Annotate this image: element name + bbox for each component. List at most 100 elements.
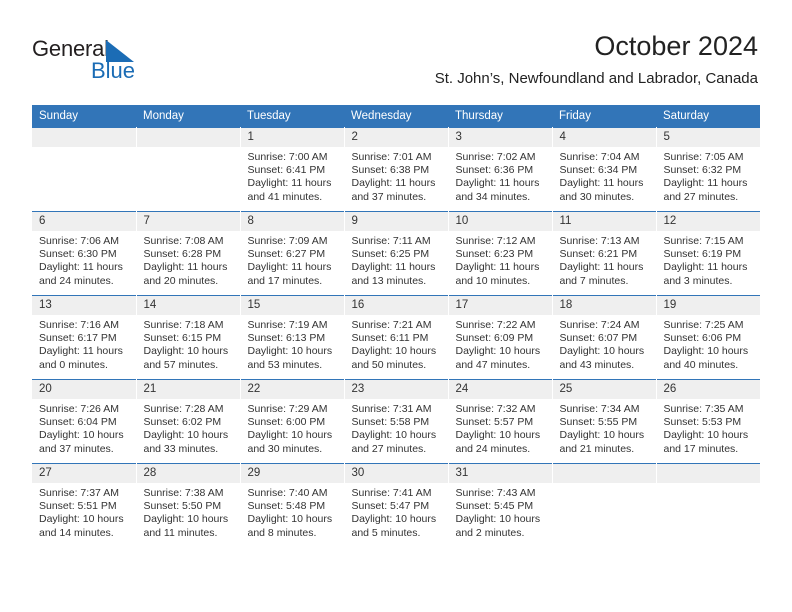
daylight-text-line2: and 11 minutes. [143, 526, 218, 539]
daylight-text-line1: Daylight: 10 hours [455, 429, 541, 442]
daylight-text-line2: and 50 minutes. [351, 358, 427, 371]
general-blue-logo[interactable]: General Blue [32, 36, 162, 86]
sunset-text: Sunset: 6:09 PM [455, 332, 534, 345]
day-number: 8 [240, 212, 344, 231]
sunrise-text: Sunrise: 7:31 AM [351, 403, 432, 415]
day-cell[interactable]: 25 Sunrise: 7:34 AM Sunset: 5:55 PM Dayl… [552, 379, 657, 464]
sunrise-text: Sunrise: 7:04 AM [559, 151, 640, 163]
day-details: Sunrise: 7:19 AM Sunset: 6:13 PM Dayligh… [241, 315, 344, 372]
day-number: 19 [656, 296, 760, 315]
daylight-text-line2: and 7 minutes. [559, 274, 629, 287]
day-details: Sunrise: 7:24 AM Sunset: 6:07 PM Dayligh… [553, 315, 656, 372]
day-cell[interactable]: 29 Sunrise: 7:40 AM Sunset: 5:48 PM Dayl… [240, 463, 345, 547]
day-details: Sunrise: 7:05 AM Sunset: 6:32 PM Dayligh… [657, 147, 761, 204]
sunset-text: Sunset: 5:45 PM [455, 500, 534, 513]
sunset-text: Sunset: 5:47 PM [351, 500, 430, 513]
sunrise-text: Sunrise: 7:28 AM [143, 403, 224, 415]
day-cell[interactable]: 20 Sunrise: 7:26 AM Sunset: 6:04 PM Dayl… [32, 379, 137, 464]
day-cell[interactable]: 19 Sunrise: 7:25 AM Sunset: 6:06 PM Dayl… [656, 295, 760, 380]
day-number: 30 [344, 464, 448, 483]
day-number: 9 [344, 212, 448, 231]
day-cell[interactable]: 1 Sunrise: 7:00 AM Sunset: 6:41 PM Dayli… [240, 127, 345, 212]
day-details: Sunrise: 7:38 AM Sunset: 5:50 PM Dayligh… [137, 483, 240, 540]
day-details: Sunrise: 7:18 AM Sunset: 6:15 PM Dayligh… [137, 315, 240, 372]
day-cell[interactable]: 15 Sunrise: 7:19 AM Sunset: 6:13 PM Dayl… [240, 295, 345, 380]
sunset-text: Sunset: 6:13 PM [247, 332, 326, 345]
day-cell[interactable]: 8 Sunrise: 7:09 AM Sunset: 6:27 PM Dayli… [240, 211, 345, 296]
day-cell[interactable] [656, 463, 760, 547]
day-cell[interactable]: 30 Sunrise: 7:41 AM Sunset: 5:47 PM Dayl… [344, 463, 449, 547]
day-cell[interactable]: 27 Sunrise: 7:37 AM Sunset: 5:51 PM Dayl… [32, 463, 137, 547]
day-cell[interactable]: 26 Sunrise: 7:35 AM Sunset: 5:53 PM Dayl… [656, 379, 760, 464]
day-details: Sunrise: 7:31 AM Sunset: 5:58 PM Dayligh… [345, 399, 448, 456]
daylight-text-line2: and 27 minutes. [351, 442, 427, 455]
day-cell[interactable] [32, 127, 137, 212]
day-details: Sunrise: 7:15 AM Sunset: 6:19 PM Dayligh… [657, 231, 761, 288]
weekday-header-friday: Friday [552, 105, 656, 128]
day-cell[interactable]: 2 Sunrise: 7:01 AM Sunset: 6:38 PM Dayli… [344, 127, 449, 212]
daylight-text-line2: and 0 minutes. [39, 358, 108, 371]
day-cell[interactable]: 3 Sunrise: 7:02 AM Sunset: 6:36 PM Dayli… [448, 127, 553, 212]
day-cell[interactable]: 5 Sunrise: 7:05 AM Sunset: 6:32 PM Dayli… [656, 127, 761, 212]
day-cell[interactable]: 12 Sunrise: 7:15 AM Sunset: 6:19 PM Dayl… [656, 211, 761, 296]
calendar-page: General Blue October 2024 St. John’s, Ne… [0, 0, 792, 612]
day-number: 10 [448, 212, 552, 231]
sunrise-text: Sunrise: 7:29 AM [247, 403, 328, 415]
day-cell[interactable]: 17 Sunrise: 7:22 AM Sunset: 6:09 PM Dayl… [448, 295, 553, 380]
day-cell[interactable]: 16 Sunrise: 7:21 AM Sunset: 6:11 PM Dayl… [344, 295, 449, 380]
day-cell[interactable]: 13 Sunrise: 7:16 AM Sunset: 6:17 PM Dayl… [32, 295, 137, 380]
day-number [32, 128, 136, 147]
daylight-text-line1: Daylight: 11 hours [663, 177, 748, 190]
day-cell[interactable]: 28 Sunrise: 7:38 AM Sunset: 5:50 PM Dayl… [136, 463, 241, 547]
day-cell[interactable]: 9 Sunrise: 7:11 AM Sunset: 6:25 PM Dayli… [344, 211, 449, 296]
day-cell[interactable]: 23 Sunrise: 7:31 AM Sunset: 5:58 PM Dayl… [344, 379, 449, 464]
daylight-text-line2: and 20 minutes. [143, 274, 219, 287]
sunrise-text: Sunrise: 7:35 AM [663, 403, 744, 415]
sunrise-text: Sunrise: 7:32 AM [455, 403, 536, 415]
day-number: 27 [32, 464, 136, 483]
daylight-text-line1: Daylight: 10 hours [247, 513, 333, 526]
sunrise-text: Sunrise: 7:26 AM [39, 403, 119, 415]
day-cell[interactable]: 21 Sunrise: 7:28 AM Sunset: 6:02 PM Dayl… [136, 379, 241, 464]
calendar-body: 1 Sunrise: 7:00 AM Sunset: 6:41 PM Dayli… [32, 127, 761, 547]
day-cell[interactable]: 4 Sunrise: 7:04 AM Sunset: 6:34 PM Dayli… [552, 127, 657, 212]
sunrise-text: Sunrise: 7:06 AM [39, 235, 119, 247]
day-number [136, 128, 240, 147]
daylight-text-line2: and 13 minutes. [351, 274, 427, 287]
daylight-text-line1: Daylight: 11 hours [143, 261, 228, 274]
day-details: Sunrise: 7:29 AM Sunset: 6:00 PM Dayligh… [241, 399, 344, 456]
day-cell[interactable]: 7 Sunrise: 7:08 AM Sunset: 6:28 PM Dayli… [136, 211, 241, 296]
day-cell[interactable]: 10 Sunrise: 7:12 AM Sunset: 6:23 PM Dayl… [448, 211, 553, 296]
day-cell[interactable]: 6 Sunrise: 7:06 AM Sunset: 6:30 PM Dayli… [32, 211, 137, 296]
sunrise-text: Sunrise: 7:02 AM [455, 151, 536, 163]
calendar-week-row: 1 Sunrise: 7:00 AM Sunset: 6:41 PM Dayli… [32, 127, 761, 212]
daylight-text-line1: Daylight: 10 hours [143, 345, 229, 358]
day-number: 17 [448, 296, 552, 315]
calendar-grid: Sunday Monday Tuesday Wednesday Thursday… [32, 105, 760, 547]
day-cell[interactable] [552, 463, 657, 547]
day-cell[interactable]: 14 Sunrise: 7:18 AM Sunset: 6:15 PM Dayl… [136, 295, 241, 380]
daylight-text-line2: and 37 minutes. [39, 442, 114, 455]
day-details: Sunrise: 7:12 AM Sunset: 6:23 PM Dayligh… [449, 231, 552, 288]
sunrise-text: Sunrise: 7:09 AM [247, 235, 328, 247]
daylight-text-line1: Daylight: 11 hours [39, 261, 123, 274]
weekday-header-saturday: Saturday [656, 105, 760, 128]
day-cell[interactable]: 31 Sunrise: 7:43 AM Sunset: 5:45 PM Dayl… [448, 463, 553, 547]
daylight-text-line2: and 30 minutes. [247, 442, 323, 455]
daylight-text-line1: Daylight: 10 hours [455, 513, 541, 526]
sunrise-text: Sunrise: 7:00 AM [247, 151, 328, 163]
daylight-text-line2: and 40 minutes. [663, 358, 739, 371]
day-number: 11 [552, 212, 656, 231]
day-cell[interactable]: 24 Sunrise: 7:32 AM Sunset: 5:57 PM Dayl… [448, 379, 553, 464]
day-number: 15 [240, 296, 344, 315]
daylight-text-line2: and 2 minutes. [455, 526, 525, 539]
day-details: Sunrise: 7:06 AM Sunset: 6:30 PM Dayligh… [32, 231, 136, 288]
weekday-header-sunday: Sunday [32, 105, 136, 128]
day-number [656, 464, 760, 483]
day-cell[interactable]: 18 Sunrise: 7:24 AM Sunset: 6:07 PM Dayl… [552, 295, 657, 380]
day-cell[interactable]: 11 Sunrise: 7:13 AM Sunset: 6:21 PM Dayl… [552, 211, 657, 296]
sunset-text: Sunset: 6:11 PM [351, 332, 429, 345]
logo-text-blue: Blue [91, 58, 136, 83]
day-cell[interactable] [136, 127, 241, 212]
day-cell[interactable]: 22 Sunrise: 7:29 AM Sunset: 6:00 PM Dayl… [240, 379, 345, 464]
